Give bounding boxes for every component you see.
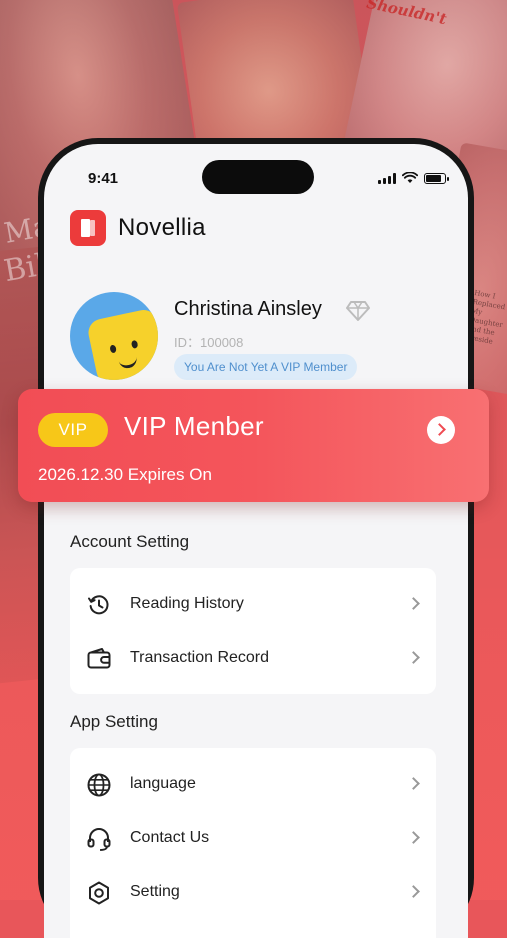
gear-icon [89, 881, 109, 905]
battery-icon [424, 172, 449, 184]
status-bar: 9:41 [44, 144, 468, 198]
chevron-right-icon [407, 777, 420, 790]
vip-card-title: VIP Menber [124, 411, 264, 441]
globe-icon [87, 773, 111, 797]
wallet-icon [87, 648, 111, 669]
status-icons [378, 172, 449, 184]
contact-us-label: Contact Us [130, 829, 210, 846]
app-setting-title: App Setting [70, 712, 158, 731]
user-id: ID：100008 [174, 335, 244, 350]
account-setting-card: Reading History Transaction Record [70, 568, 436, 694]
chevron-right-icon [407, 651, 420, 664]
history-icon [88, 595, 109, 615]
transaction-record-item[interactable]: Transaction Record [70, 631, 436, 685]
chevron-right-icon [407, 831, 420, 844]
chevron-right-icon[interactable] [427, 416, 455, 444]
reading-history-label: Reading History [130, 595, 244, 612]
dynamic-island [202, 160, 314, 194]
book-icon [70, 210, 106, 246]
headset-icon [87, 828, 111, 851]
app-header: Novellia [70, 210, 206, 246]
vip-member-card[interactable]: VIP VIP Menber 2026.12.30 Expires On [18, 389, 489, 502]
wifi-icon [402, 172, 418, 183]
vip-badge: VIP [38, 413, 108, 447]
setting-label: Setting [130, 883, 180, 900]
app-setting-card: language Contact Us Setting [70, 748, 436, 938]
chevron-right-icon [407, 597, 420, 610]
transaction-record-label: Transaction Record [130, 649, 270, 666]
phone-screen: 9:41 Novellia Christina Ainsley ID：10000… [44, 144, 468, 938]
phone-frame: 9:41 Novellia Christina Ainsley ID：10000… [38, 138, 474, 938]
vip-expiry-text: 2026.12.30 Expires On [38, 465, 212, 484]
diamond-icon [346, 301, 370, 321]
user-name: Christina Ainsley [174, 298, 322, 320]
signal-icon [378, 172, 396, 184]
status-time: 9:41 [88, 170, 119, 187]
app-name: Novellia [118, 214, 206, 241]
avatar[interactable] [70, 292, 158, 380]
vip-status-badge[interactable]: You Are Not Yet A VIP Member [174, 354, 358, 380]
setting-item[interactable]: Setting [70, 865, 436, 919]
language-label: language [130, 775, 196, 792]
chevron-right-icon [407, 885, 420, 898]
account-setting-title: Account Setting [70, 532, 190, 551]
language-item[interactable]: language [70, 757, 436, 811]
smiley-face-icon [85, 307, 158, 380]
contact-us-item[interactable]: Contact Us [70, 811, 436, 865]
reading-history-item[interactable]: Reading History [70, 577, 436, 631]
